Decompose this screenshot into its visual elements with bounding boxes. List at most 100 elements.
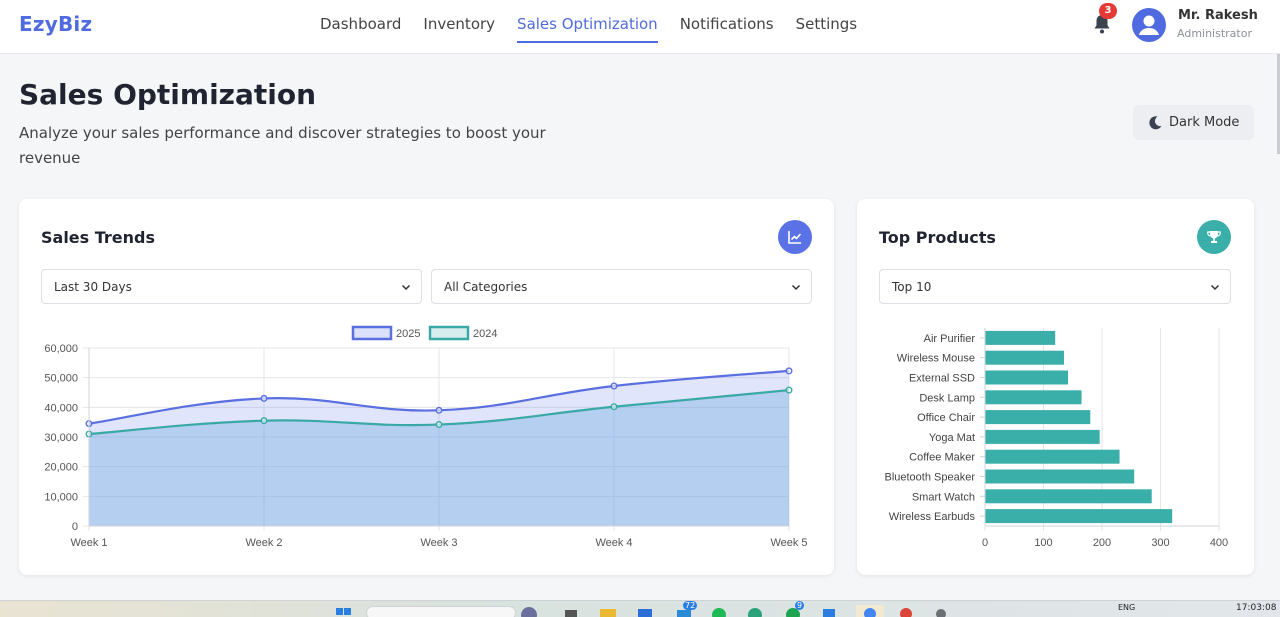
nav-sales-optimization[interactable]: Sales Optimization [517, 0, 658, 54]
file-explorer-icon[interactable] [598, 605, 618, 617]
top-products-title: Top Products [879, 228, 996, 247]
sales-trends-title: Sales Trends [41, 228, 156, 247]
category-label: Coffee Maker [909, 452, 975, 464]
dark-mode-button[interactable]: Dark Mode [1133, 105, 1254, 140]
dark-mode-label: Dark Mode [1169, 115, 1240, 130]
vscode-icon[interactable] [820, 605, 838, 617]
y-tick-label: 20,000 [44, 462, 78, 474]
period-select-value: Last 30 Days [54, 280, 132, 294]
user-icon [1139, 15, 1159, 35]
legend-label-2025: 2025 [396, 328, 420, 340]
spotify-icon[interactable] [710, 605, 728, 617]
x-tick-label: 400 [1210, 537, 1228, 549]
category-label: Office Chair [917, 412, 975, 424]
category-label: Wireless Mouse [897, 353, 975, 365]
x-tick-label: Week 5 [770, 537, 807, 549]
main-nav: Dashboard Inventory Sales Optimization N… [320, 0, 879, 54]
settings-gear-icon[interactable] [932, 605, 950, 617]
category-label: Yoga Mat [929, 432, 975, 444]
user-role: Administrator [1177, 27, 1252, 40]
sales-trends-card: Sales Trends Last 30 Days All Categories… [19, 199, 834, 575]
chrome-profile-icon[interactable] [896, 605, 916, 617]
notification-badge: 3 [1099, 3, 1117, 19]
x-tick-label: Week 4 [595, 537, 632, 549]
top-products-card: Top Products Top 10 0 100 200 300 400 Air Pur… [857, 199, 1254, 575]
page-title: Sales Optimization [19, 78, 317, 111]
user-name: Mr. Rakesh [1178, 8, 1258, 23]
bar [985, 390, 1082, 405]
bar [985, 489, 1152, 504]
clock[interactable]: 17:03:08 [1236, 603, 1276, 613]
point-series-2025 [435, 406, 443, 414]
browser-icon[interactable] [746, 605, 764, 617]
taskbar-widget-icon[interactable] [512, 605, 546, 617]
y-tick-label: 10,000 [44, 491, 78, 503]
y-tick-label: 60,000 [44, 343, 78, 355]
bar [985, 350, 1064, 365]
y-tick-label: 40,000 [44, 402, 78, 414]
top-count-select[interactable]: Top 10 [879, 269, 1231, 304]
nav-settings[interactable]: Settings [796, 0, 858, 54]
point-series-2025 [610, 382, 618, 390]
chevron-down-icon [1210, 284, 1220, 291]
moon-icon [1149, 115, 1162, 129]
bar [985, 469, 1135, 484]
bar [985, 429, 1100, 444]
taskbar-search[interactable] [366, 606, 516, 617]
top-header: EzyBiz Dashboard Inventory Sales Optimiz… [0, 0, 1280, 54]
bar [985, 449, 1120, 464]
chart-line-icon [778, 220, 812, 254]
x-tick-label: 100 [1034, 537, 1052, 549]
point-series-2024 [785, 386, 793, 394]
category-select[interactable]: All Categories [431, 269, 812, 304]
top-products-chart: 0 100 200 300 400 Air Purifier Wireless Mouse E… [884, 328, 1228, 549]
category-label: Bluetooth Speaker [884, 472, 975, 484]
category-label: Wireless Earbuds [889, 511, 976, 523]
category-label: Desk Lamp [919, 392, 975, 404]
bar [985, 370, 1069, 385]
bar [985, 330, 1056, 345]
x-tick-label: Week 2 [245, 537, 282, 549]
language-indicator[interactable]: ENG [1118, 603, 1135, 612]
chrome-icon[interactable] [856, 605, 884, 617]
task-view-icon[interactable] [562, 605, 580, 617]
y-tick-label: 0 [72, 521, 78, 533]
chevron-down-icon [791, 284, 801, 291]
point-series-2024 [610, 403, 618, 411]
nav-inventory[interactable]: Inventory [423, 0, 495, 54]
category-label: Smart Watch [912, 491, 975, 503]
x-tick-label: Week 3 [420, 537, 457, 549]
point-series-2025 [785, 367, 793, 375]
y-tick-label: 30,000 [44, 432, 78, 444]
period-select[interactable]: Last 30 Days [41, 269, 422, 304]
x-tick-label: 300 [1151, 537, 1169, 549]
bar [985, 509, 1173, 524]
bar [985, 410, 1091, 425]
trophy-icon [1197, 220, 1231, 254]
chevron-down-icon [401, 284, 411, 291]
app-logo[interactable]: EzyBiz [19, 12, 92, 36]
point-series-2024 [260, 417, 268, 425]
category-label: External SSD [909, 373, 975, 385]
x-tick-label: 200 [1093, 537, 1111, 549]
nav-notifications[interactable]: Notifications [680, 0, 774, 54]
category-label: Air Purifier [924, 333, 976, 345]
x-tick-label: Week 1 [70, 537, 107, 549]
y-tick-label: 50,000 [44, 373, 78, 385]
legend-swatch-2024 [428, 325, 470, 341]
x-tick-label: 0 [982, 537, 988, 549]
category-select-value: All Categories [444, 280, 528, 294]
page-subtitle: Analyze your sales performance and disco… [19, 124, 546, 167]
sales-trends-chart: 0 10,000 20,000 30,000 40,000 50,000 60,000 Wee… [44, 325, 808, 549]
windows-start-icon[interactable] [334, 605, 354, 617]
legend-label-2024: 2024 [473, 328, 497, 340]
nav-dashboard[interactable]: Dashboard [320, 0, 401, 54]
os-taskbar: 72 9 ENG 17:03:08 [0, 600, 1280, 617]
avatar[interactable] [1132, 8, 1166, 42]
taskbar-badge-a: 72 [683, 601, 698, 610]
taskbar-badge-b: 9 [795, 601, 805, 610]
point-series-2025 [260, 394, 268, 402]
top-count-value: Top 10 [892, 280, 932, 294]
legend-swatch-2025 [351, 325, 393, 341]
store-icon[interactable] [636, 605, 654, 617]
